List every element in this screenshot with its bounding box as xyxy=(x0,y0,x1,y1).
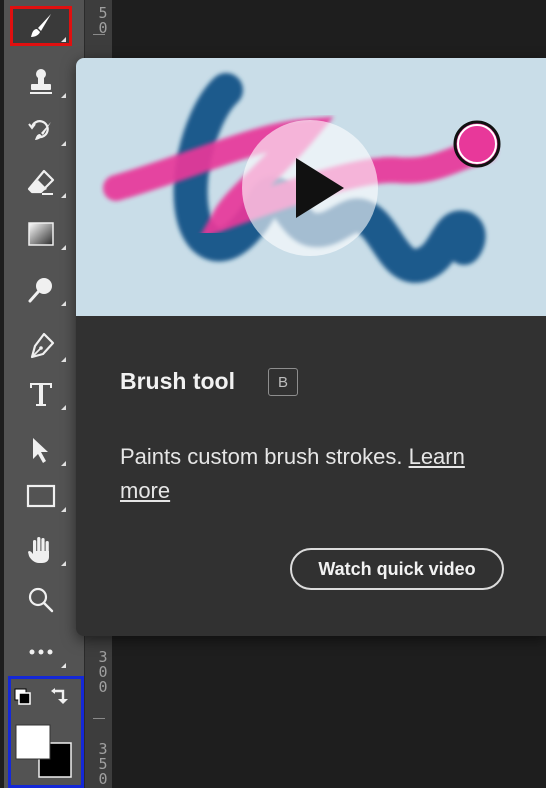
eraser-icon xyxy=(27,169,55,195)
play-icon[interactable] xyxy=(242,120,378,256)
tool-title: Brush tool xyxy=(120,368,235,394)
rectangle-icon xyxy=(26,484,56,508)
tool-group-indicator xyxy=(61,37,66,42)
ruler-label-300: 3 0 0 xyxy=(97,650,109,695)
tool-tip-panel: Brush tool B Paints custom brush strokes… xyxy=(76,58,546,636)
tool-group-indicator xyxy=(61,93,66,98)
video-preview[interactable] xyxy=(76,58,546,316)
history-brush-tool[interactable] xyxy=(10,110,72,150)
rectangle-tool[interactable] xyxy=(10,476,72,516)
tool-group-indicator xyxy=(61,245,66,250)
more-tools-button[interactable] xyxy=(10,632,72,672)
tool-group-indicator xyxy=(61,193,66,198)
history-brush-icon xyxy=(28,120,51,140)
dodge-tool[interactable] xyxy=(10,270,72,310)
tool-group-indicator xyxy=(61,301,66,306)
zoom-tool[interactable] xyxy=(10,580,72,620)
swap-colors-icon[interactable] xyxy=(51,688,68,704)
dodge-icon xyxy=(28,278,52,303)
tool-group-indicator xyxy=(61,663,66,668)
type-icon xyxy=(30,383,52,406)
arrow-icon xyxy=(33,438,48,463)
pen-icon xyxy=(30,332,55,359)
ruler-tick xyxy=(93,34,105,35)
type-tool[interactable] xyxy=(10,374,72,414)
tool-group-indicator xyxy=(61,405,66,410)
tool-group-indicator xyxy=(61,357,66,362)
hand-icon xyxy=(28,537,49,563)
pen-tool[interactable] xyxy=(10,326,72,366)
ruler-tick xyxy=(93,718,105,719)
ruler-label-350: 3 5 0 xyxy=(97,742,109,787)
clone-stamp-tool[interactable] xyxy=(10,62,72,102)
default-colors-icon[interactable] xyxy=(14,688,31,705)
foreground-color-swatch[interactable] xyxy=(15,724,51,760)
color-swatches xyxy=(8,676,84,788)
brush-stroke-preview xyxy=(103,73,501,283)
ruler-digit: 0 xyxy=(98,678,108,696)
tool-group-indicator xyxy=(61,461,66,466)
tool-group-indicator xyxy=(61,141,66,146)
tool-group-indicator xyxy=(61,507,66,512)
watch-quick-video-button[interactable]: Watch quick video xyxy=(290,548,504,590)
tool-group-indicator xyxy=(61,561,66,566)
path-selection-tool[interactable] xyxy=(10,430,72,470)
eraser-tool[interactable] xyxy=(10,162,72,202)
magnifier-icon xyxy=(28,587,54,613)
ruler-digit: 0 xyxy=(98,770,108,788)
description-text: Paints custom brush strokes. xyxy=(120,444,403,469)
gradient-icon xyxy=(28,222,54,246)
stamp-icon xyxy=(30,69,52,94)
brush-tool[interactable] xyxy=(10,6,72,46)
ruler-label-50: 5 0 xyxy=(97,6,109,36)
gradient-tool[interactable] xyxy=(10,214,72,254)
color-swatches-graphic xyxy=(14,688,72,778)
brush-icon xyxy=(31,14,51,37)
hand-tool[interactable] xyxy=(10,530,72,570)
ellipsis-icon xyxy=(29,649,53,655)
tools-panel xyxy=(4,0,84,788)
tool-description: Paints custom brush strokes. Learn more xyxy=(120,440,510,508)
shortcut-badge: B xyxy=(268,368,298,396)
